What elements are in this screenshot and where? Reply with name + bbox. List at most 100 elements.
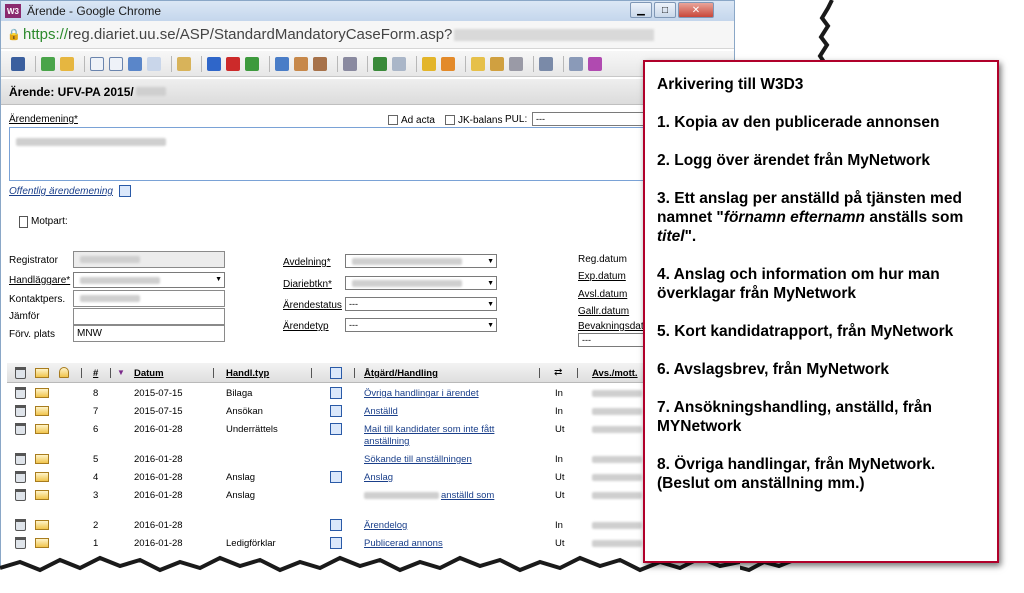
diariebtkn-select[interactable]: ▼ [345, 276, 497, 290]
bevakningsdatum-select[interactable]: --- [578, 333, 648, 347]
add-document-icon[interactable] [128, 56, 142, 71]
document-icon[interactable] [90, 56, 104, 71]
row-action-link[interactable]: Anslag [364, 472, 393, 483]
arendemening-textarea[interactable] [9, 127, 649, 181]
lock-icon: 🔒 [7, 28, 21, 41]
arendetyp-select[interactable]: --- ▼ [345, 318, 497, 332]
document-icon [19, 216, 28, 228]
ad-acta-checkbox[interactable] [388, 115, 398, 125]
bevakningsdatum-value: --- [582, 335, 591, 345]
envelope-icon[interactable] [35, 454, 49, 464]
handlaggare-select[interactable]: ▼ [73, 272, 225, 288]
column-handltyp[interactable]: Handl.typ [226, 368, 269, 379]
offentlig-arendemening-link[interactable]: Offentlig ärendemening [9, 186, 113, 197]
table-row[interactable]: 3 2016-01-28 Anslag anställd som Ut [7, 489, 734, 507]
tools-icon[interactable] [569, 56, 583, 71]
copy-text-icon[interactable] [119, 185, 131, 197]
column-avsmott[interactable]: Avs./mott. [592, 368, 638, 379]
document-link-icon[interactable] [330, 471, 342, 483]
row-direction: Ut [555, 490, 565, 501]
delete-icon[interactable] [15, 387, 26, 399]
document-link-icon[interactable] [330, 405, 342, 417]
arrow-right-blue-icon[interactable] [207, 56, 221, 71]
kontaktpers-field[interactable] [73, 290, 225, 307]
copy-document-icon[interactable] [147, 56, 161, 71]
lock-icon [59, 367, 69, 378]
table-icon[interactable] [343, 56, 357, 71]
case-number: Ärende: UFV-PA 2015/ [9, 84, 134, 99]
windows-icon[interactable] [392, 56, 406, 71]
row-action-link[interactable]: Övriga handlingar i ärendet [364, 388, 479, 399]
table-row[interactable]: 5 2016-01-28 Sökande till anställningen In [7, 453, 734, 471]
kontaktpers-label: Kontaktpers. [9, 294, 66, 305]
recycle-icon[interactable] [509, 56, 523, 71]
search-icon[interactable] [539, 56, 553, 71]
row-action-link[interactable]: Mail till kandidater som inte fått [364, 424, 494, 435]
table-row[interactable]: 4 2016-01-28 Anslag Anslag Ut [7, 471, 734, 489]
new-case-icon[interactable] [41, 56, 55, 71]
document-link-icon [330, 367, 342, 379]
row-action-link[interactable]: anställd som [441, 490, 494, 501]
arendestatus-select[interactable]: --- ▼ [345, 297, 497, 311]
folders-icon[interactable] [471, 56, 485, 71]
download-icon[interactable] [373, 56, 387, 71]
document-link-icon[interactable] [330, 423, 342, 435]
person-icon[interactable] [294, 56, 308, 71]
card-icon[interactable] [275, 56, 289, 71]
jamfor-field[interactable] [73, 308, 225, 325]
document-link-icon[interactable] [330, 387, 342, 399]
row-action-link-cont[interactable]: anställning [364, 436, 409, 447]
delete-icon[interactable] [15, 423, 26, 435]
help-icon[interactable] [588, 56, 602, 71]
column-num[interactable]: # [93, 368, 98, 379]
jk-balans-checkbox[interactable] [445, 115, 455, 125]
avdelning-select[interactable]: ▼ [345, 254, 497, 268]
envelope-icon[interactable] [35, 490, 49, 500]
folder-tools-icon[interactable] [490, 56, 504, 71]
chevron-down-icon: ▼ [487, 258, 494, 265]
minimize-button[interactable]: ▁ [630, 2, 652, 18]
table-row[interactable]: 2 2016-01-28 Ärendelog In [7, 519, 734, 537]
close-button[interactable]: ✕ [678, 2, 714, 18]
row-action-link[interactable]: Ärendelog [364, 520, 407, 531]
reg-datum-label: Reg.datum [578, 254, 627, 265]
envelope-icon[interactable] [35, 424, 49, 434]
delete-icon[interactable] [15, 453, 26, 465]
envelope-icon[interactable] [35, 388, 49, 398]
list-icon[interactable] [177, 56, 191, 71]
delete-icon[interactable] [15, 471, 26, 483]
delete-icon[interactable] [15, 519, 26, 531]
table-row[interactable]: 7 2015-07-15 Ansökan Anställd In [7, 405, 734, 423]
open-folder-icon[interactable] [60, 56, 74, 71]
column-datum[interactable]: Datum [134, 368, 164, 379]
avdelning-label: Avdelning* [283, 257, 331, 268]
delete-icon[interactable] [15, 405, 26, 417]
dollar-icon[interactable] [441, 56, 455, 71]
people-icon[interactable] [313, 56, 327, 71]
arrow-right-red-icon[interactable] [226, 56, 240, 71]
registrator-label: Registrator [9, 255, 58, 266]
column-atgard[interactable]: Åtgärd/Handling [364, 368, 438, 379]
arendestatus-label: Ärendestatus [283, 300, 342, 311]
arrow-right-green-icon[interactable] [245, 56, 259, 71]
maximize-button[interactable]: □ [654, 2, 676, 18]
sort-desc-icon: ▼ [117, 368, 125, 377]
document-link-icon[interactable] [330, 519, 342, 531]
row-action-link[interactable]: Anställd [364, 406, 398, 417]
delete-icon[interactable] [15, 489, 26, 501]
save-icon[interactable] [11, 56, 25, 71]
edit-document-icon[interactable] [109, 56, 123, 71]
column-separator [539, 368, 540, 378]
envelope-icon[interactable] [35, 472, 49, 482]
address-bar[interactable]: 🔒 https:// reg.diariet.uu.se/ASP/Standar… [1, 21, 734, 49]
table-row[interactable]: 8 2015-07-15 Bilaga Övriga handlingar i äre… [7, 387, 734, 405]
pul-select[interactable]: --- [532, 112, 647, 126]
envelope-icon[interactable] [35, 538, 49, 548]
row-date: 2016-01-28 [134, 424, 183, 435]
table-row[interactable]: 6 2016-01-28 Underrättels Mail till kandida… [7, 423, 734, 453]
lock-toolbar-icon[interactable] [422, 56, 436, 71]
forv-plats-field[interactable]: MNW [73, 325, 225, 342]
row-action-link[interactable]: Sökande till anställningen [364, 454, 472, 465]
envelope-icon[interactable] [35, 520, 49, 530]
envelope-icon[interactable] [35, 406, 49, 416]
